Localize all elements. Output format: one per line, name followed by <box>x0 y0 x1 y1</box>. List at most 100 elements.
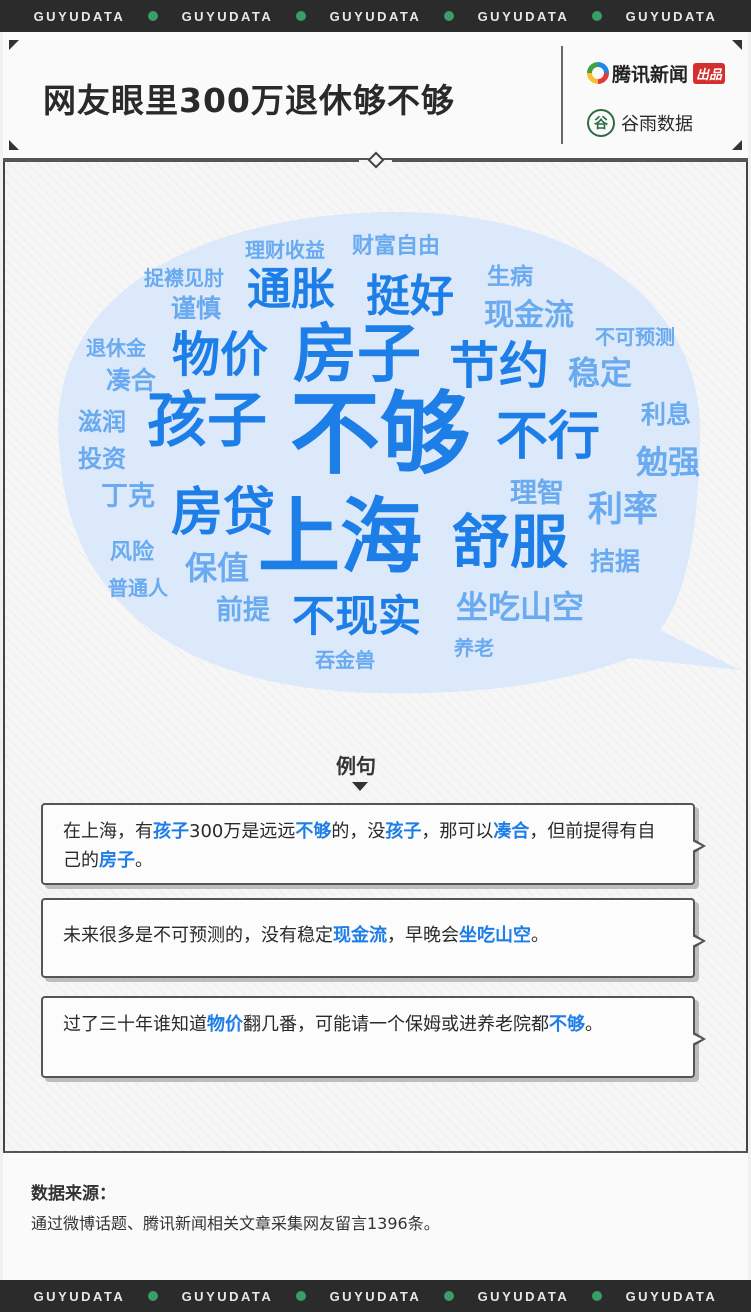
cloud-word: 生病 <box>487 264 533 290</box>
cloud-word: 退休金 <box>86 336 146 360</box>
corner-mark-icon <box>732 40 742 50</box>
page-title: 网友眼里300万退休够不够 <box>43 81 455 120</box>
cloud-word: 普通人 <box>108 576 168 600</box>
keyword-highlight: 房子 <box>99 850 135 871</box>
dot-icon <box>592 1291 603 1301</box>
example-segment: ，早晚会 <box>387 925 459 946</box>
cloud-word: 利率 <box>588 490 659 530</box>
cloud-word: 养老 <box>454 636 494 660</box>
ribbon-text: GUYUDATA <box>329 1288 422 1304</box>
triangle-down-icon <box>352 782 368 791</box>
keyword-highlight: 物价 <box>207 1014 243 1035</box>
cloud-word: 投资 <box>78 445 126 473</box>
corner-mark-icon <box>732 140 742 150</box>
speech-tail-icon <box>692 839 706 853</box>
example-segment: 300万是远远 <box>189 821 296 842</box>
cloud-word: 不可预测 <box>595 325 675 349</box>
tencent-news-logo-icon <box>587 62 609 84</box>
example-card: 未来很多是不可预测的，没有稳定现金流，早晚会坐吃山空。 <box>41 898 706 978</box>
cloud-word: 孩子 <box>147 386 267 456</box>
cloud-word: 吞金兽 <box>315 648 375 672</box>
corner-mark-icon <box>9 140 19 150</box>
cloud-word: 捉襟见肘 <box>144 266 224 290</box>
dot-icon <box>444 1291 455 1301</box>
cloud-word: 保值 <box>185 549 250 587</box>
cloud-word: 理财收益 <box>245 238 325 262</box>
example-segment: 。 <box>531 925 549 946</box>
header: 网友眼里300万退休够不够 腾讯新闻 出品 谷 谷雨数据 <box>3 32 748 160</box>
cloud-word: 滋润 <box>78 408 126 436</box>
divider <box>561 46 563 144</box>
example-segment: 。 <box>585 1014 603 1035</box>
ribbon-text: GUYUDATA <box>181 1288 274 1304</box>
ribbon-text: GUYUDATA <box>33 8 126 24</box>
corner-mark-icon <box>9 40 19 50</box>
data-source: 数据来源： 通过微博话题、腾讯新闻相关文章采集网友留言1396条。 <box>3 1153 748 1280</box>
bottom-ribbon: GUYUDATA GUYUDATA GUYUDATA GUYUDATA GUYU… <box>0 1280 751 1312</box>
ribbon-text: GUYUDATA <box>181 8 274 24</box>
dot-icon <box>592 11 603 21</box>
dot-icon <box>444 11 455 21</box>
keyword-highlight: 坐吃山空 <box>459 925 531 946</box>
example-segment: 。 <box>135 850 153 871</box>
cloud-word: 勉强 <box>636 443 701 481</box>
cloud-word: 前提 <box>216 595 270 626</box>
example-segment: 在上海，有 <box>63 821 153 842</box>
cloud-word: 上海 <box>258 490 423 585</box>
cloud-word: 物价 <box>172 327 269 383</box>
example-segment: 过了三十年谁知道 <box>63 1014 207 1035</box>
cloud-word: 舒服 <box>452 508 569 576</box>
cloud-word: 理智 <box>510 478 564 509</box>
example-text: 在上海，有孩子300万是远远不够的，没孩子，那可以凑合，但前提得有自己的房子。 <box>63 817 673 875</box>
cloud-word: 不现实 <box>292 592 421 642</box>
keyword-highlight: 不够 <box>295 821 332 842</box>
keyword-highlight: 孩子 <box>385 821 422 842</box>
keyword-highlight: 凑合 <box>493 821 530 842</box>
ribbon-text: GUYUDATA <box>625 1288 718 1304</box>
cloud-word: 稳定 <box>568 354 633 392</box>
example-segment: 翻几番，可能请一个保姆或进养老院都 <box>243 1014 549 1035</box>
ribbon-text: GUYUDATA <box>329 8 422 24</box>
keyword-highlight: 现金流 <box>333 925 387 946</box>
example-segment: 未来很多是不可预测的，没有稳定 <box>63 925 333 946</box>
cloud-word: 现金流 <box>484 298 574 333</box>
keyword-highlight: 不够 <box>549 1014 585 1035</box>
divider <box>3 160 359 162</box>
brand-primary: 腾讯新闻 出品 <box>587 60 726 86</box>
examples-title: 例句 <box>336 754 376 778</box>
cloud-word: 不够 <box>290 382 470 487</box>
ribbon-text: GUYUDATA <box>477 1288 570 1304</box>
cloud-word: 财富自由 <box>352 234 441 259</box>
example-segment: 的，没 <box>331 821 386 842</box>
cloud-word: 坐吃山空 <box>456 588 585 626</box>
brand-primary-name: 腾讯新闻 <box>612 63 689 86</box>
cloud-word: 拮据 <box>590 547 641 576</box>
divider <box>392 160 748 162</box>
example-text: 过了三十年谁知道物价翻几番，可能请一个保姆或进养老院都不够。 <box>63 1010 673 1039</box>
cloud-word: 通胀 <box>247 264 335 315</box>
speech-tail-icon <box>692 1032 706 1046</box>
dot-icon <box>148 11 159 21</box>
keyword-highlight: 孩子 <box>153 821 189 842</box>
ribbon-text: GUYUDATA <box>625 8 718 24</box>
cloud-word: 丁克 <box>101 481 155 512</box>
cloud-word: 利息 <box>641 400 692 429</box>
example-card: 在上海，有孩子300万是远远不够的，没孩子，那可以凑合，但前提得有自己的房子。 <box>41 803 706 885</box>
cloud-word: 挺好 <box>366 271 454 322</box>
ribbon-text: GUYUDATA <box>477 8 570 24</box>
dot-icon <box>148 1291 159 1301</box>
cloud-word: 房子 <box>293 318 421 392</box>
guyu-seal-icon: 谷 <box>587 109 615 137</box>
example-card: 过了三十年谁知道物价翻几番，可能请一个保姆或进养老院都不够。 <box>41 996 706 1078</box>
ribbon-text: GUYUDATA <box>33 1288 126 1304</box>
brand-secondary: 谷 谷雨数据 <box>587 106 693 140</box>
example-segment: ，那可以 <box>421 821 494 842</box>
brand-badge: 出品 <box>693 62 726 84</box>
cloud-word: 谨慎 <box>171 294 222 323</box>
dot-icon <box>296 11 307 21</box>
cloud-word: 不行 <box>496 407 601 467</box>
source-text: 通过微博话题、腾讯新闻相关文章采集网友留言1396条。 <box>31 1214 440 1233</box>
example-text: 未来很多是不可预测的，没有稳定现金流，早晚会坐吃山空。 <box>63 921 673 950</box>
speech-tail-icon <box>692 934 706 948</box>
dot-icon <box>296 1291 307 1301</box>
